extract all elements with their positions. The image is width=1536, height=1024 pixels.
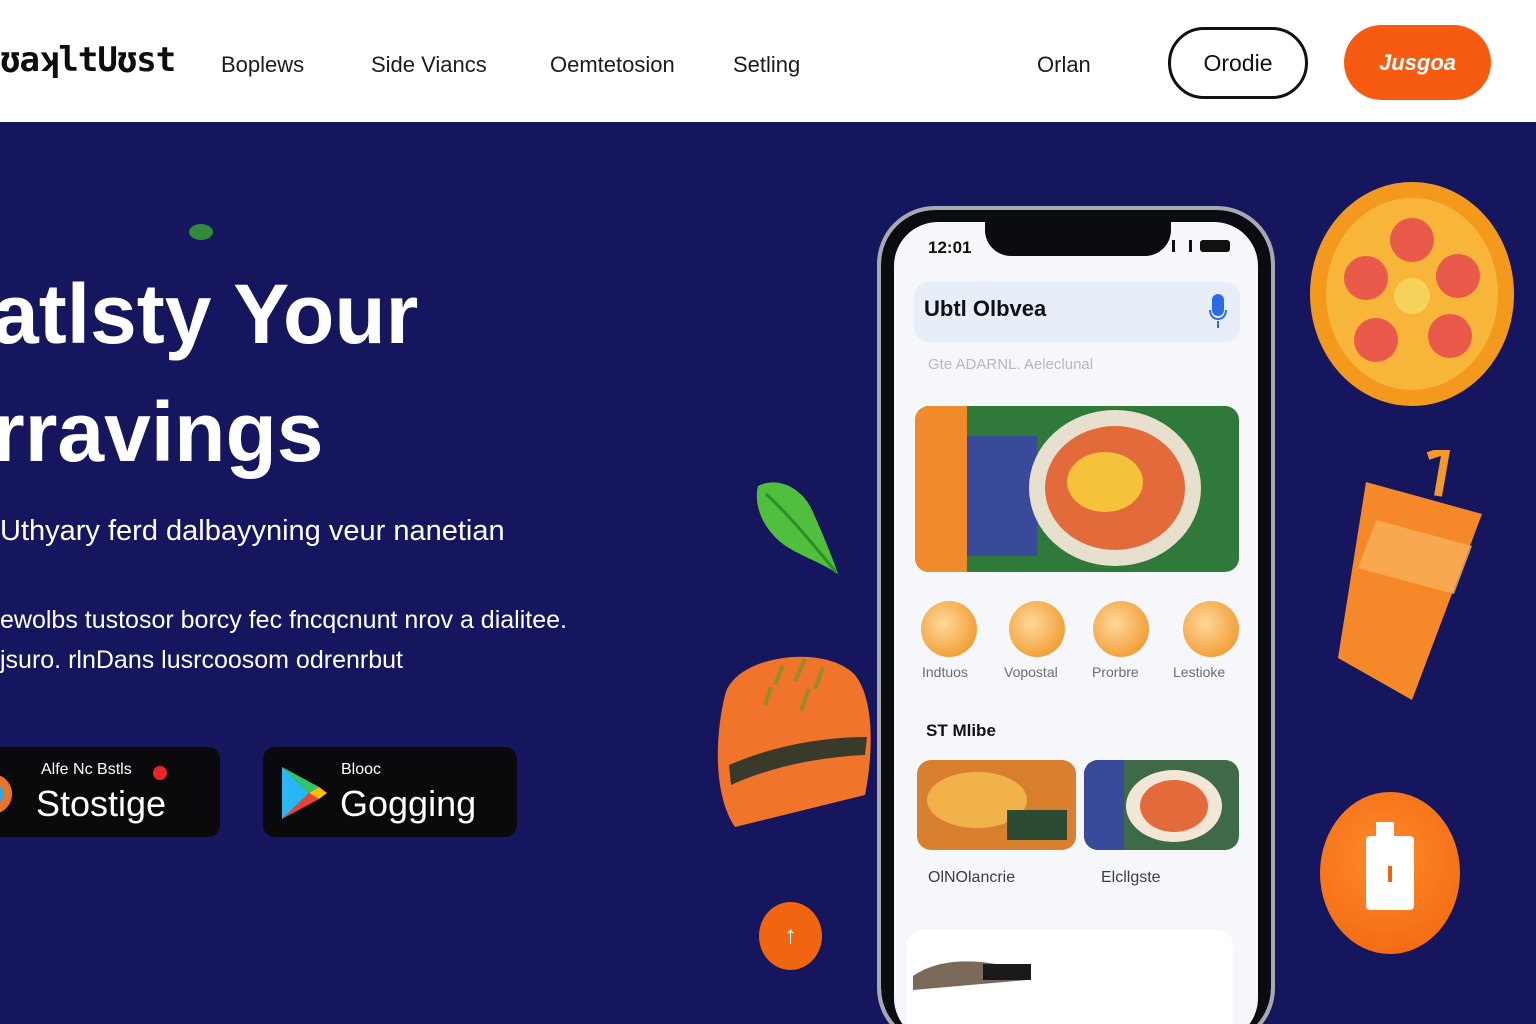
pizza-icon bbox=[1310, 182, 1514, 406]
category-label-4: Lestioke bbox=[1173, 664, 1226, 680]
signal-icon bbox=[1172, 240, 1192, 252]
phone-location-hint: Gte ADARNL. Aeleclunal bbox=[928, 356, 1094, 373]
category-label-1: Indtuos bbox=[922, 664, 968, 680]
lettuce-leaf-icon bbox=[756, 482, 838, 574]
microphone-icon[interactable] bbox=[1209, 292, 1227, 330]
phone-section-title: ST Mlibe bbox=[926, 721, 996, 740]
food-tile-1-image bbox=[917, 760, 1076, 850]
phone-notch bbox=[985, 220, 1171, 256]
outline-button[interactable]: Orodie bbox=[1168, 27, 1308, 99]
google-play-button[interactable]: Blooc Gogging bbox=[263, 747, 517, 837]
nav-link-1[interactable]: Boplews bbox=[221, 52, 304, 78]
battery-icon bbox=[1200, 240, 1230, 252]
red-dot-icon bbox=[153, 766, 167, 780]
scroll-top-button[interactable]: ↑ bbox=[759, 902, 822, 970]
nav-link-3[interactable]: Oemtetosion bbox=[550, 52, 675, 78]
food-tile-2-image bbox=[1084, 760, 1239, 850]
phone-search-text: Ubtl Olbvea bbox=[924, 296, 1047, 321]
hero-description-line-2: jsuro. rlnDans lusrcoosom odrenrbut bbox=[0, 646, 403, 674]
phone-bottom-card[interactable] bbox=[907, 930, 1233, 1024]
category-circle-4[interactable] bbox=[1183, 601, 1239, 657]
featured-food-image bbox=[915, 406, 1239, 572]
category-label-3: Prorbre bbox=[1092, 664, 1139, 680]
food-tile-1[interactable] bbox=[917, 760, 1076, 850]
nav-link-4[interactable]: Setling bbox=[733, 52, 800, 78]
drink-box-icon bbox=[1366, 822, 1414, 910]
primary-cta-button[interactable]: Jusgoa bbox=[1344, 25, 1491, 100]
bottom-card-image bbox=[913, 961, 1031, 990]
google-play-caption: Blooc bbox=[341, 761, 382, 778]
app-store-button[interactable]: Alfe Nc Bstls Stostige bbox=[0, 747, 220, 837]
top-nav-bar: ʊaʞltUʊst Boplews Side Viancs Oemtetosio… bbox=[0, 0, 1536, 122]
app-store-label: Stostige bbox=[36, 783, 167, 824]
google-play-label: Gogging bbox=[340, 783, 477, 824]
apple-icon bbox=[0, 775, 12, 813]
hero-title-line-2: rravings bbox=[0, 385, 324, 479]
drink-box-button[interactable] bbox=[1320, 792, 1460, 954]
drink-cup-icon bbox=[1338, 450, 1482, 700]
category-label-2: Vopostal bbox=[1004, 664, 1058, 680]
hero-title-line-1: atlsty Your bbox=[0, 267, 419, 361]
arrow-up-icon: ↑ bbox=[784, 922, 797, 949]
category-circle-1[interactable] bbox=[921, 601, 977, 657]
hero-subtitle: Uthyary ferd dalbayyning veur nanetian bbox=[0, 515, 505, 547]
hero-title: atlsty Your rravings bbox=[0, 255, 418, 491]
hero-description-line-1: ewolbs tustosor borcy fec fncqcnunt nrov… bbox=[0, 606, 567, 634]
brand-logo[interactable]: ʊaʞltUʊst bbox=[0, 40, 176, 80]
food-tile-1-label: OlNOlancrie bbox=[928, 869, 1016, 886]
category-circle-3[interactable] bbox=[1093, 601, 1149, 657]
food-tile-2[interactable] bbox=[1084, 760, 1239, 850]
login-link[interactable]: Orlan bbox=[1037, 52, 1091, 78]
category-circle-2[interactable] bbox=[1009, 601, 1065, 657]
leaf-speck-icon bbox=[189, 224, 213, 240]
app-store-caption: Alfe Nc Bstls bbox=[41, 761, 132, 778]
hero-description: ewolbs tustosor borcy fec fncqcnunt nrov… bbox=[0, 600, 700, 680]
nav-link-2[interactable]: Side Viancs bbox=[371, 52, 487, 78]
google-play-icon bbox=[282, 767, 327, 819]
food-tile-2-label: Elcllgste bbox=[1101, 869, 1161, 886]
page: ʊaʞltUʊst Boplews Side Viancs Oemtetosio… bbox=[0, 0, 1536, 1024]
phone-clock: 12:01 bbox=[928, 238, 972, 257]
phone-featured-banner[interactable] bbox=[915, 406, 1239, 572]
burger-icon bbox=[717, 656, 871, 827]
